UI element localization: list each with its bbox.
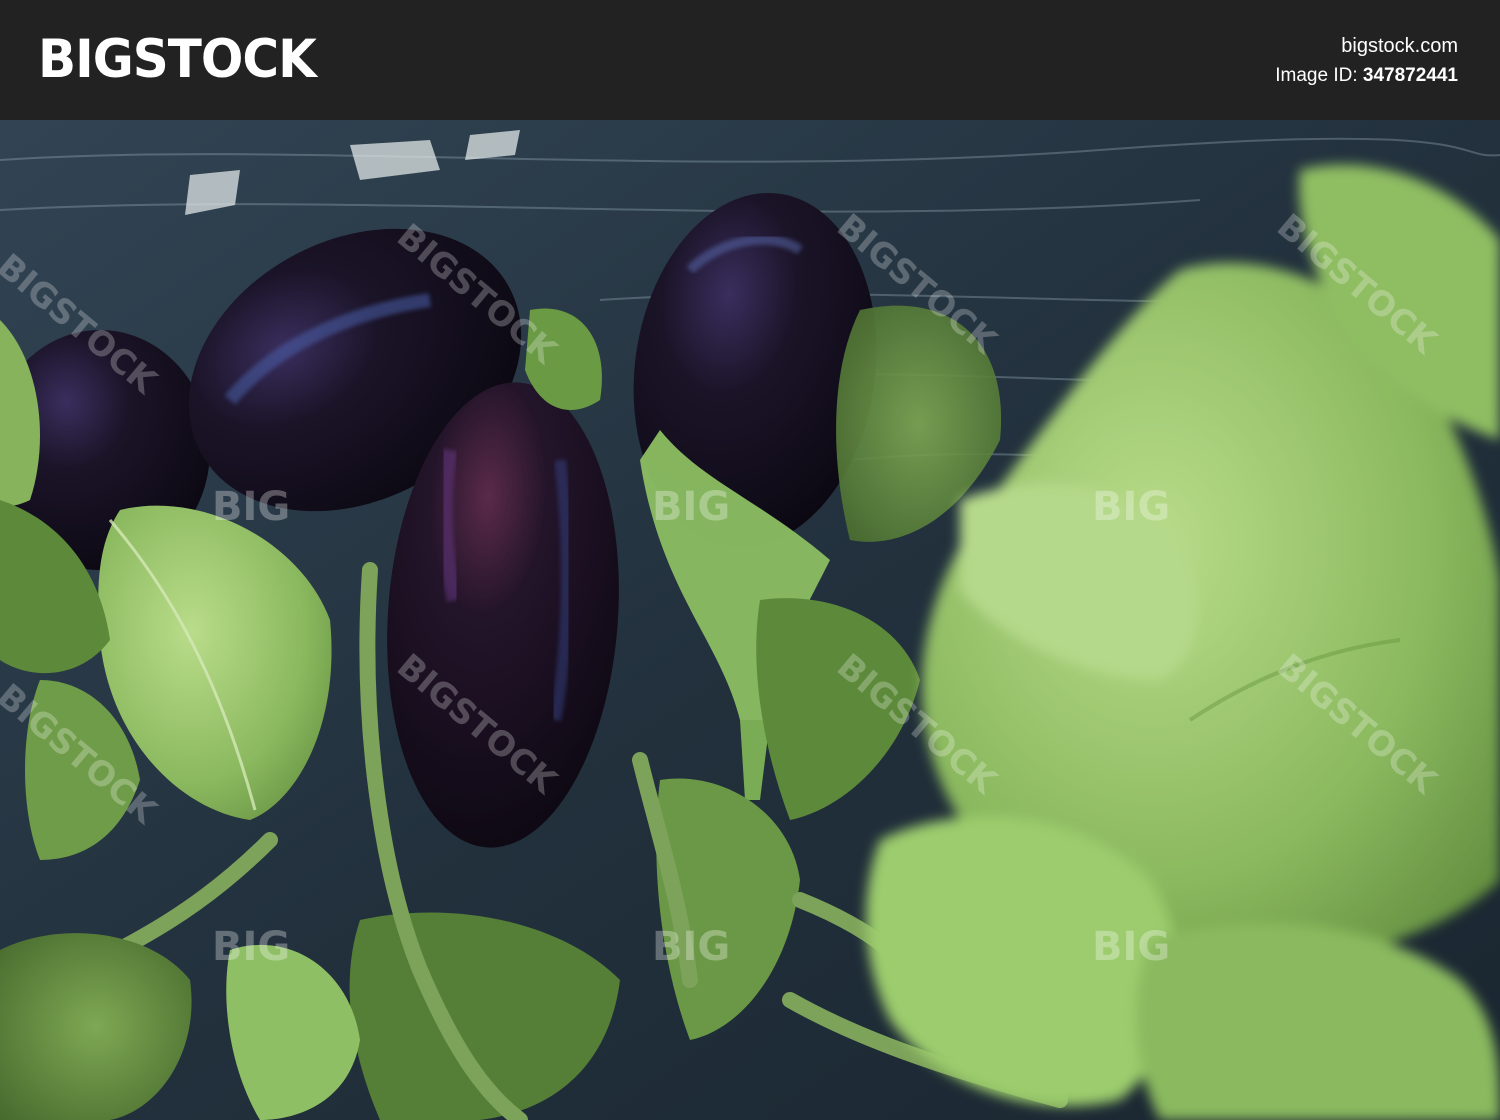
watermark-short: BIG — [1092, 484, 1170, 530]
watermark-short: BIG — [212, 924, 290, 970]
watermark-short: BIG — [652, 484, 730, 530]
stock-photo: BIGSTOCK BIGSTOCK BIGSTOCK BIGSTOCK BIGS… — [0, 120, 1500, 1120]
image-id-label: Image ID: — [1275, 65, 1358, 86]
image-id-value: 347872441 — [1362, 65, 1458, 86]
watermark-short: BIG — [1092, 924, 1170, 970]
site-url[interactable]: bigstock.com — [1275, 34, 1458, 58]
image-id-row: Image ID: 347872441 — [1275, 64, 1458, 88]
bigstock-logo[interactable]: BIGSTOCK — [38, 29, 317, 90]
eggplant-photo: BIGSTOCK BIGSTOCK BIGSTOCK BIGSTOCK BIGS… — [0, 120, 1500, 1120]
watermark-short: BIG — [652, 924, 730, 970]
image-meta: bigstock.com Image ID: 347872441 — [1275, 34, 1458, 88]
watermark-short: BIG — [212, 484, 290, 530]
header-bar: BIGSTOCK bigstock.com Image ID: 34787244… — [0, 0, 1500, 120]
